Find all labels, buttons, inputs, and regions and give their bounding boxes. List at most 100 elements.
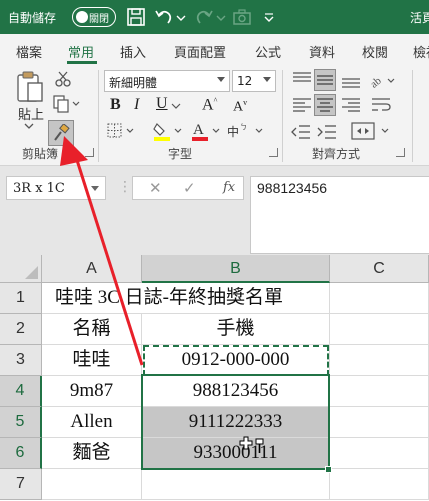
cell-a3[interactable]: 哇哇 <box>42 345 142 376</box>
drag-handle-icon[interactable]: ⋮ <box>118 179 132 195</box>
clipboard-group-label: 剪貼簿 <box>22 147 59 161</box>
column-header-a[interactable]: A <box>42 255 142 283</box>
tab-insert[interactable]: 插入 <box>120 42 146 61</box>
underline-icon[interactable]: U <box>156 95 168 113</box>
customize-toolbar-icon[interactable] <box>262 6 276 28</box>
row-header-4[interactable]: 4 <box>0 376 42 407</box>
svg-text:中: 中 <box>227 124 239 139</box>
tab-file[interactable]: 檔案 <box>16 42 42 61</box>
align-middle-icon[interactable] <box>314 69 336 91</box>
cell-c7[interactable] <box>330 469 429 500</box>
align-top-icon[interactable] <box>291 70 313 90</box>
bold-icon[interactable]: B <box>110 96 121 114</box>
align-right-icon[interactable] <box>340 95 362 115</box>
svg-text:ab: ab <box>368 74 384 90</box>
cell-b2[interactable]: 手機 <box>142 314 330 345</box>
cell-a7[interactable] <box>42 469 142 500</box>
decrease-indent-icon[interactable] <box>290 122 312 142</box>
cell-c2[interactable] <box>330 314 429 345</box>
alignment-launcher[interactable] <box>396 148 405 157</box>
cell-a1-b1[interactable]: 哇哇 3C 日誌-年終抽獎名單 <box>42 283 283 314</box>
tab-home[interactable]: 常用 <box>68 42 94 61</box>
undo-dropdown-icon[interactable] <box>175 6 187 28</box>
redo-icon <box>196 10 213 24</box>
selection-border <box>141 374 330 470</box>
row-header-6[interactable]: 6 <box>0 438 42 469</box>
merge-center-icon[interactable] <box>350 120 394 142</box>
tab-data[interactable]: 資料 <box>309 42 335 61</box>
phonetic-guide-icon[interactable]: 中 ㄅ <box>226 120 266 142</box>
cell-b1[interactable] <box>142 283 330 314</box>
cell-c4[interactable] <box>330 376 429 407</box>
svg-text:A: A <box>193 122 204 138</box>
cancel-icon[interactable]: ✕ <box>149 179 162 197</box>
row-header-2[interactable]: 2 <box>0 314 42 345</box>
tab-formulas[interactable]: 公式 <box>255 42 281 61</box>
clipboard-launcher[interactable] <box>85 148 94 157</box>
wrap-text-icon[interactable] <box>370 95 392 115</box>
increase-indent-icon[interactable] <box>316 122 338 142</box>
cell-a2[interactable]: 名稱 <box>42 314 142 345</box>
format-painter-button[interactable] <box>48 120 74 146</box>
cell-c3[interactable] <box>330 345 429 376</box>
font-color-icon[interactable]: A <box>190 120 222 142</box>
font-launcher[interactable] <box>269 148 278 157</box>
save-icon[interactable] <box>125 6 147 28</box>
ribbon-separator <box>412 70 413 162</box>
row-header-1[interactable]: 1 <box>0 283 42 314</box>
chevron-down-icon <box>217 77 225 82</box>
cell-a4[interactable]: 9m87 <box>42 376 142 407</box>
row-header-7[interactable]: 7 <box>0 469 42 500</box>
font-name-select[interactable]: 新細明體 <box>104 70 230 92</box>
font-size-value: 12 <box>237 74 253 88</box>
paste-label[interactable]: 貼上 <box>18 104 44 123</box>
underline-dropdown-icon[interactable] <box>171 102 181 110</box>
formula-buttons: ✕ ✓ fx <box>132 176 244 200</box>
align-left-icon[interactable] <box>291 95 313 115</box>
formula-value: 988123456 <box>257 180 328 196</box>
alignment-group-label: 對齊方式 <box>312 147 361 161</box>
tab-page-layout[interactable]: 頁面配置 <box>174 42 226 61</box>
undo-icon[interactable] <box>153 6 175 28</box>
paste-icon[interactable] <box>14 70 46 104</box>
column-header-c[interactable]: C <box>330 255 429 283</box>
copy-icon[interactable] <box>52 95 80 113</box>
orientation-icon[interactable]: ab <box>368 70 398 90</box>
worksheet-grid[interactable]: A B C 1 2 3 4 5 6 7 哇哇 3C 日誌-年終抽獎名單 名稱 手… <box>0 255 429 501</box>
ribbon-separator <box>282 70 283 162</box>
app-name: 活頁 <box>410 11 429 25</box>
column-header-b[interactable]: B <box>142 255 330 283</box>
chevron-down-icon <box>91 186 99 191</box>
paste-dropdown-icon[interactable] <box>24 122 34 130</box>
title-bar: 自動儲存 關閉 活頁 <box>0 0 429 34</box>
cut-icon[interactable] <box>54 70 72 88</box>
formula-input[interactable]: 988123456 <box>250 176 429 254</box>
align-center-icon[interactable] <box>314 94 336 116</box>
row-header-3[interactable]: 3 <box>0 345 42 376</box>
cell-b7[interactable] <box>142 469 330 500</box>
tab-review[interactable]: 校閱 <box>362 42 388 61</box>
decrease-font-icon[interactable]: Av <box>233 98 247 116</box>
borders-icon[interactable] <box>106 122 136 140</box>
fill-color-icon[interactable] <box>152 120 184 142</box>
tab-view[interactable]: 檢視 <box>413 42 429 61</box>
enter-icon[interactable]: ✓ <box>183 179 196 197</box>
fill-handle[interactable] <box>325 466 332 473</box>
select-all-button[interactable] <box>0 255 42 283</box>
row-header-5[interactable]: 5 <box>0 407 42 438</box>
autosave-toggle[interactable]: 關閉 <box>72 7 116 27</box>
cell-c5[interactable] <box>330 407 429 438</box>
cell-c1[interactable] <box>330 283 429 314</box>
cell-c6[interactable] <box>330 438 429 469</box>
ribbon-tabs: 檔案 常用 插入 頁面配置 公式 資料 校閱 檢視 <box>0 34 429 64</box>
insert-function-icon[interactable]: fx <box>223 180 235 195</box>
cell-a6[interactable]: 麵爸 <box>42 438 142 469</box>
increase-font-icon[interactable]: A^ <box>202 96 217 114</box>
cell-a5[interactable]: Allen <box>42 407 142 438</box>
format-painter-icon <box>54 124 70 141</box>
name-box[interactable]: 3R x 1C <box>6 176 106 200</box>
italic-icon[interactable]: I <box>134 96 139 114</box>
font-size-select[interactable]: 12 <box>232 70 276 92</box>
align-bottom-icon[interactable] <box>340 70 362 90</box>
redo-dropdown-icon <box>216 15 226 21</box>
